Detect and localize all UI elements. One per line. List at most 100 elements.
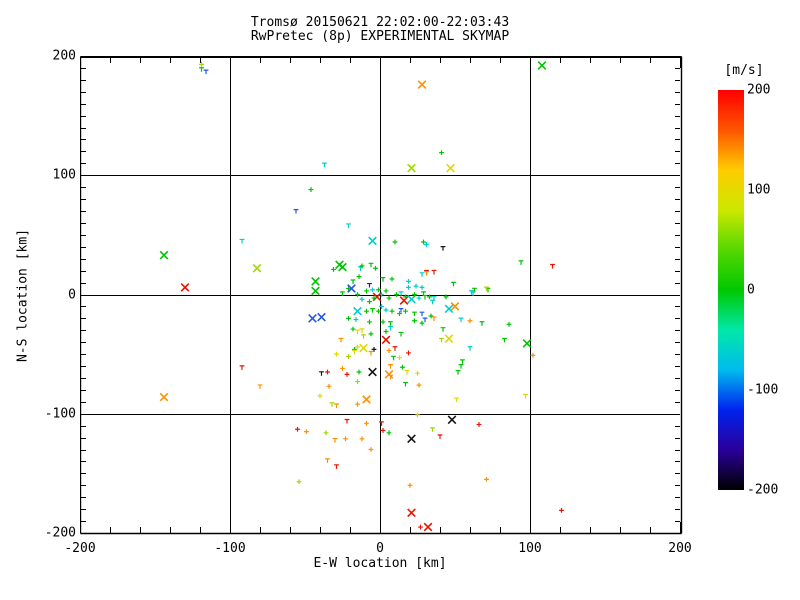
- data-point: [359, 343, 368, 353]
- data-point: [359, 436, 365, 442]
- data-point: [437, 434, 443, 440]
- plot-title-line-2: RwPretec (8p) EXPERIMENTAL SKYMAP: [250, 29, 510, 44]
- data-point: [199, 67, 204, 72]
- data-point: [389, 276, 395, 282]
- data-point: [467, 318, 473, 324]
- data-point: [334, 351, 339, 357]
- data-point: [370, 287, 375, 293]
- data-point: [355, 379, 360, 384]
- data-point: [386, 348, 392, 353]
- data-point: [421, 239, 426, 245]
- data-point: [502, 337, 507, 343]
- y-tick-label: 0: [68, 287, 76, 302]
- data-point: [355, 292, 360, 297]
- data-point: [559, 507, 564, 513]
- data-point: [399, 296, 409, 305]
- data-point: [364, 288, 369, 294]
- data-point: [368, 367, 377, 377]
- data-point: [407, 508, 416, 518]
- scatter-plot: [80, 56, 683, 535]
- data-point: [346, 315, 351, 321]
- data-point: [388, 325, 393, 331]
- data-point: [325, 458, 330, 463]
- data-point: [423, 522, 433, 532]
- data-point: [386, 295, 392, 301]
- y-tick-label: 100: [52, 167, 76, 183]
- colorbar-gradient: [718, 90, 744, 490]
- data-point: [458, 317, 464, 323]
- data-point: [476, 422, 482, 427]
- x-tick-label: 0: [376, 541, 384, 556]
- data-point: [356, 274, 362, 280]
- data-point: [407, 434, 416, 444]
- data-point: [523, 393, 528, 399]
- data-point: [359, 328, 365, 333]
- data-point: [362, 395, 371, 404]
- data-point: [380, 428, 386, 433]
- data-point: [364, 420, 369, 426]
- data-point: [373, 265, 378, 271]
- data-point: [419, 272, 425, 277]
- data-point: [322, 162, 327, 168]
- data-point: [353, 317, 359, 322]
- data-point: [380, 319, 386, 325]
- data-point: [338, 337, 344, 343]
- data-point: [355, 344, 360, 350]
- data-point: [319, 371, 324, 376]
- data-point: [367, 319, 372, 325]
- data-point: [296, 479, 302, 485]
- data-point: [392, 239, 398, 245]
- data-point: [304, 429, 309, 435]
- data-point: [368, 447, 374, 452]
- data-point: [413, 283, 419, 289]
- x-tick-label: -200: [64, 541, 96, 556]
- data-point: [451, 281, 456, 287]
- plot-title-line-1: Tromsø 20150621 22:02:00-22:03:43: [250, 15, 510, 30]
- colorbar-tick-label: 200: [747, 82, 771, 98]
- data-point: [381, 335, 391, 345]
- data-point: [388, 364, 393, 369]
- data-point: [338, 262, 347, 272]
- data-point: [530, 352, 536, 358]
- data-point: [518, 260, 524, 265]
- data-point: [308, 187, 314, 192]
- data-point: [430, 427, 435, 432]
- data-point: [383, 288, 389, 294]
- data-point: [346, 223, 351, 228]
- data-point: [460, 359, 465, 364]
- data-point: [359, 296, 365, 302]
- data-point: [537, 61, 547, 70]
- data-point: [389, 308, 395, 314]
- data-point: [416, 295, 422, 301]
- data-point: [340, 366, 345, 371]
- data-point: [361, 334, 366, 339]
- data-point: [368, 331, 374, 337]
- skymap-screen: Tromsø 20150621 22:02:00-22:03:43 RwPret…: [0, 0, 800, 600]
- data-point: [379, 304, 384, 309]
- data-point: [252, 263, 262, 273]
- x-axis-title: E-W location [km]: [313, 556, 447, 571]
- data-point: [439, 337, 444, 343]
- data-point: [467, 346, 473, 351]
- data-point: [391, 355, 396, 361]
- colorbar-tick-label: 100: [747, 182, 771, 198]
- data-point: [239, 238, 245, 244]
- data-point: [419, 284, 425, 290]
- data-point: [400, 364, 405, 370]
- data-point: [331, 267, 336, 272]
- data-point: [388, 321, 393, 326]
- data-point: [439, 150, 444, 155]
- data-point: [419, 320, 425, 326]
- data-point: [407, 482, 413, 488]
- x-tick-label: 200: [668, 541, 692, 556]
- data-point: [422, 294, 428, 300]
- data-point: [293, 209, 299, 214]
- data-point: [431, 269, 437, 275]
- data-point: [412, 311, 417, 317]
- y-tick-label: -100: [44, 406, 76, 422]
- data-point: [406, 278, 411, 284]
- data-point: [403, 381, 408, 387]
- data-point: [367, 299, 372, 305]
- data-point: [458, 364, 464, 369]
- data-point: [418, 524, 423, 530]
